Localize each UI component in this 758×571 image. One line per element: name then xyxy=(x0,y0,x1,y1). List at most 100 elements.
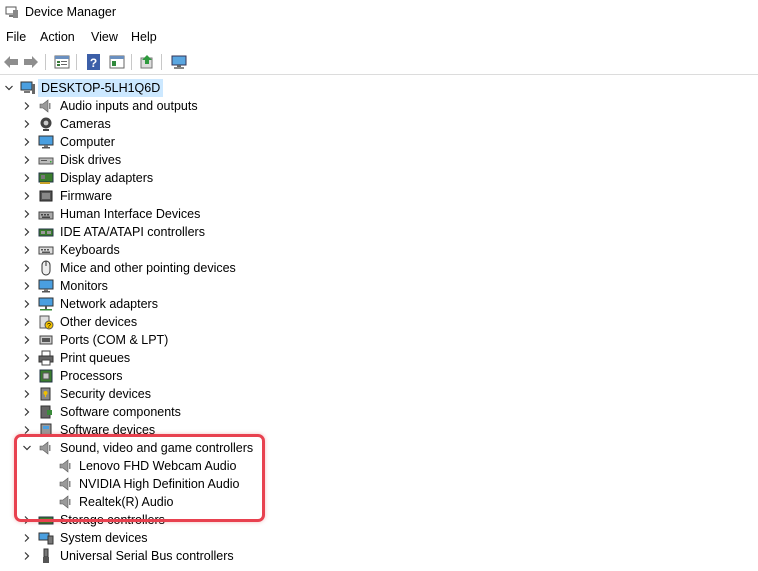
tree-item-category[interactable]: Monitors xyxy=(0,277,758,295)
unknown-device-icon: ? xyxy=(39,315,54,330)
tree-item-category[interactable]: Disk drives xyxy=(0,151,758,169)
chevron-right-icon[interactable] xyxy=(22,205,32,223)
chevron-right-icon[interactable] xyxy=(22,295,32,313)
toolbar: ? xyxy=(0,50,758,75)
tree-item-label: Computer xyxy=(60,135,115,149)
security-icon xyxy=(40,387,51,401)
tree-item-label: Firmware xyxy=(60,189,113,203)
menu-help[interactable]: Help xyxy=(131,30,157,44)
printer-icon xyxy=(38,350,54,366)
menu-action[interactable]: Action xyxy=(40,30,75,44)
tree-item-label: Disk drives xyxy=(60,153,122,167)
help-icon[interactable]: ? xyxy=(85,53,103,71)
chevron-right-icon[interactable] xyxy=(22,133,32,151)
forward-icon[interactable] xyxy=(22,53,40,71)
system-devices-icon xyxy=(38,532,54,545)
tree-item-category[interactable]: Audio inputs and outputs xyxy=(0,97,758,115)
chevron-right-icon[interactable] xyxy=(22,259,32,277)
tree-item-label: Human Interface Devices xyxy=(60,207,201,221)
tree-item-label: Monitors xyxy=(60,279,108,293)
chevron-right-icon[interactable] xyxy=(22,115,32,133)
tree-item-category[interactable]: Keyboards xyxy=(0,241,758,259)
camera-icon xyxy=(40,117,52,131)
monitor-icon xyxy=(38,279,54,293)
tree-item-category[interactable]: Cameras xyxy=(0,115,758,133)
chevron-right-icon[interactable] xyxy=(22,169,32,187)
tree-item-category[interactable]: System devices xyxy=(0,529,758,547)
toolbar-separator xyxy=(45,54,46,70)
chevron-right-icon[interactable] xyxy=(22,385,32,403)
tree-item-label: IDE ATA/ATAPI controllers xyxy=(60,225,205,239)
toolbar-separator xyxy=(131,54,132,70)
network-adapter-icon xyxy=(38,297,54,311)
highlight-box xyxy=(14,434,265,522)
tree-item-label: Universal Serial Bus controllers xyxy=(60,549,234,563)
chevron-right-icon[interactable] xyxy=(22,529,32,547)
chevron-right-icon[interactable] xyxy=(22,367,32,385)
display-adapter-icon xyxy=(38,172,54,184)
view-icon[interactable] xyxy=(108,53,126,71)
mouse-icon xyxy=(41,260,51,276)
tree-item-label: Ports (COM & LPT) xyxy=(60,333,169,347)
tree-item-label: Software components xyxy=(60,405,181,419)
tree-item-category[interactable]: Print queues xyxy=(0,349,758,367)
properties-icon[interactable] xyxy=(53,53,71,71)
chevron-right-icon[interactable] xyxy=(22,187,32,205)
firmware-icon xyxy=(39,190,53,202)
toolbar-separator xyxy=(161,54,162,70)
tree-item-label: DESKTOP-5LH1Q6D xyxy=(38,79,164,97)
tree-item-label: Other devices xyxy=(60,315,138,329)
tree-item-category[interactable]: Mice and other pointing devices xyxy=(0,259,758,277)
menu-view[interactable]: View xyxy=(91,30,118,44)
monitor-scan-icon[interactable] xyxy=(170,53,188,71)
menu-bar: File Action View Help xyxy=(0,27,758,47)
port-icon xyxy=(39,335,53,345)
tree-item-category[interactable]: IDE ATA/ATAPI controllers xyxy=(0,223,758,241)
disk-drive-icon xyxy=(38,157,54,165)
chevron-right-icon[interactable] xyxy=(22,223,32,241)
tree-item-label: Network adapters xyxy=(60,297,158,311)
tree-item-category[interactable]: Software components xyxy=(0,403,758,421)
chevron-right-icon[interactable] xyxy=(22,547,32,565)
chevron-right-icon[interactable] xyxy=(22,349,32,367)
tree-item-label: Cameras xyxy=(60,117,111,131)
computer-root-icon xyxy=(20,81,35,94)
tree-item-category[interactable]: Human Interface Devices xyxy=(0,205,758,223)
tree-item-category[interactable]: Display adapters xyxy=(0,169,758,187)
menu-file[interactable]: File xyxy=(6,30,26,44)
tree-item-category[interactable]: Network adapters xyxy=(0,295,758,313)
chevron-down-icon[interactable] xyxy=(4,79,14,97)
tree-item-label: Mice and other pointing devices xyxy=(60,261,236,275)
tree-item-category[interactable]: Universal Serial Bus controllers xyxy=(0,547,758,565)
chevron-right-icon[interactable] xyxy=(22,97,32,115)
tree-item-category[interactable]: Security devices xyxy=(0,385,758,403)
usb-icon xyxy=(43,548,49,563)
tree-item-category[interactable]: Processors xyxy=(0,367,758,385)
tree-item-label: Security devices xyxy=(60,387,152,401)
chevron-right-icon[interactable] xyxy=(22,151,32,169)
tree-item-label: System devices xyxy=(60,531,148,545)
chevron-right-icon[interactable] xyxy=(22,241,32,259)
tree-item-category[interactable]: Computer xyxy=(0,133,758,151)
chevron-right-icon[interactable] xyxy=(22,331,32,349)
tree-item-label: Display adapters xyxy=(60,171,154,185)
tree-item-label: Processors xyxy=(60,369,123,383)
tree-item-label: Audio inputs and outputs xyxy=(60,99,198,113)
tree-item-category[interactable]: ? Other devices xyxy=(0,313,758,331)
chevron-right-icon[interactable] xyxy=(22,277,32,295)
hid-icon xyxy=(38,211,54,220)
svg-text:?: ? xyxy=(90,56,97,70)
window-title: Device Manager xyxy=(25,5,117,19)
tree-root-computer[interactable]: DESKTOP-5LH1Q6D xyxy=(0,79,758,97)
tree-item-label: Keyboards xyxy=(60,243,120,257)
tree-item-category[interactable]: Ports (COM & LPT) xyxy=(0,331,758,349)
update-driver-icon[interactable] xyxy=(138,53,156,71)
chevron-right-icon[interactable] xyxy=(22,313,32,331)
tree-item-category[interactable]: Firmware xyxy=(0,187,758,205)
tree-item-label: Print queues xyxy=(60,351,131,365)
back-icon[interactable] xyxy=(2,53,20,71)
ide-controller-icon xyxy=(38,228,54,237)
chevron-right-icon[interactable] xyxy=(22,403,32,421)
computer-icon xyxy=(38,135,54,149)
device-manager-icon xyxy=(5,6,18,18)
